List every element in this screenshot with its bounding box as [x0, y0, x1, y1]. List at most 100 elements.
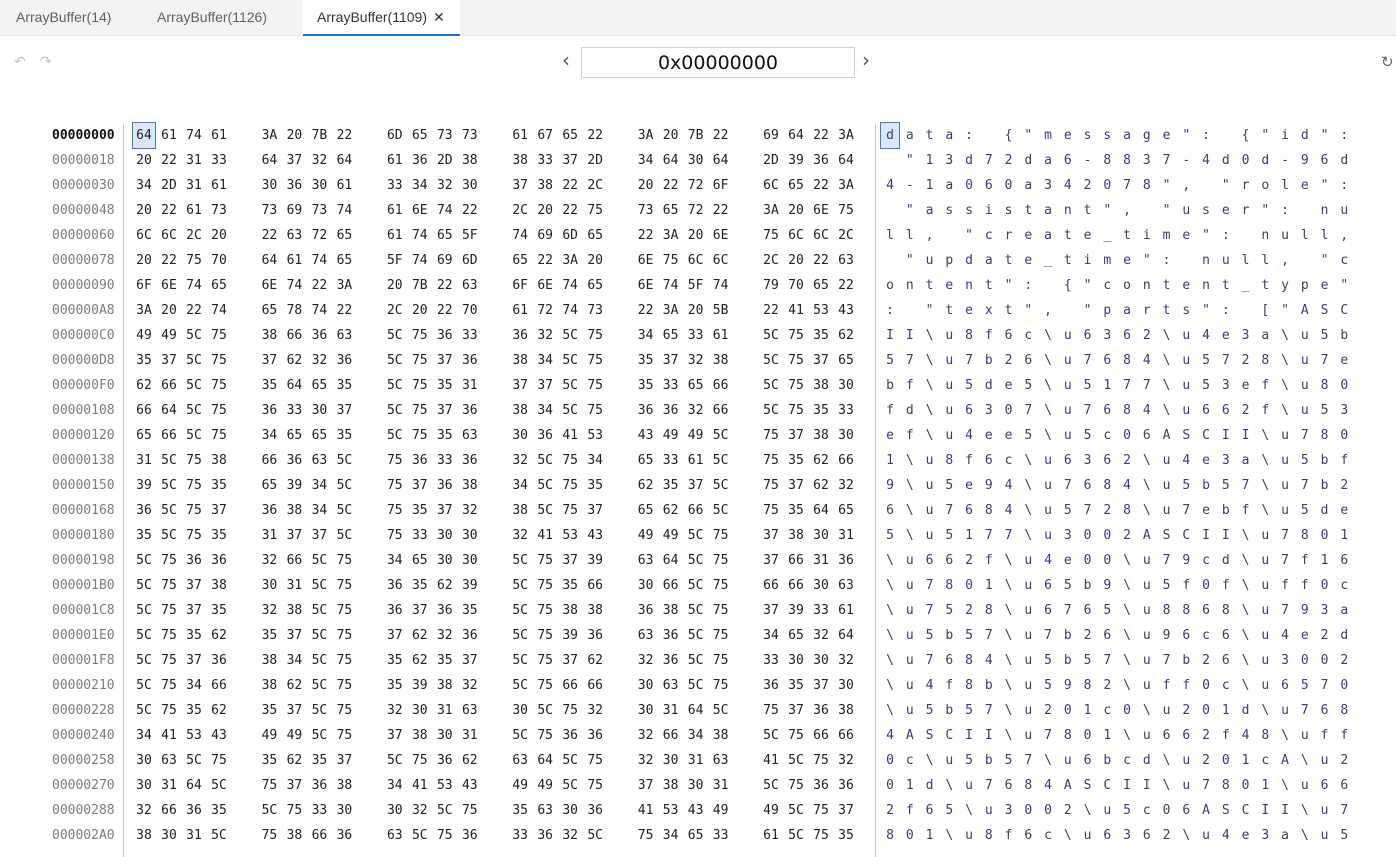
ascii-char[interactable]: 2 [1118, 523, 1136, 548]
hex-byte[interactable]: 65 [258, 473, 280, 498]
hex-byte[interactable]: 65 [685, 823, 707, 848]
hex-byte[interactable]: 5C [760, 398, 782, 423]
hex-byte[interactable]: 75 [333, 648, 355, 673]
ascii-char[interactable]: l [1316, 223, 1334, 248]
ascii-char[interactable]: 1 [881, 448, 899, 473]
hex-byte[interactable]: 75 [810, 823, 832, 848]
hex-byte[interactable]: 75 [584, 773, 606, 798]
ascii-char[interactable]: { [1059, 273, 1077, 298]
ascii-char[interactable]: 7 [1019, 748, 1037, 773]
hex-byte[interactable]: 64 [158, 398, 180, 423]
ascii-char[interactable]: 6 [1217, 398, 1235, 423]
hex-byte[interactable]: 6F [509, 273, 531, 298]
ascii-char[interactable]: \ [901, 448, 919, 473]
ascii-char[interactable]: 1 [1098, 723, 1116, 748]
ascii-char[interactable]: e [960, 298, 978, 323]
hex-byte[interactable]: 74 [710, 273, 732, 298]
hex-byte[interactable]: 6C [785, 223, 807, 248]
ascii-char[interactable]: u [1138, 573, 1156, 598]
hex-byte[interactable]: 65 [434, 223, 456, 248]
ascii-char[interactable]: \ [1237, 623, 1255, 648]
hex-byte[interactable]: 30 [785, 648, 807, 673]
ascii-char[interactable]: u [1296, 773, 1314, 798]
hex-byte[interactable]: 63 [710, 748, 732, 773]
ascii-char[interactable]: u [1059, 373, 1077, 398]
hex-byte[interactable]: 63 [635, 623, 657, 648]
ascii-char[interactable]: " [1256, 198, 1274, 223]
ascii-char[interactable]: \ [1039, 323, 1057, 348]
ascii-char[interactable]: \ [1000, 598, 1018, 623]
ascii-char[interactable]: 6 [1217, 648, 1235, 673]
hex-byte[interactable]: 65 [409, 548, 431, 573]
ascii-char[interactable]: n [960, 273, 978, 298]
hex-byte[interactable]: 63 [534, 798, 556, 823]
ascii-char[interactable]: I [1138, 773, 1156, 798]
ascii-char[interactable]: 2 [1316, 623, 1334, 648]
ascii-char[interactable]: a [1118, 298, 1136, 323]
hex-byte[interactable]: 38 [208, 448, 230, 473]
ascii-char[interactable]: d [1335, 148, 1353, 173]
hex-byte[interactable]: 75 [158, 598, 180, 623]
ascii-char[interactable]: 5 [1118, 798, 1136, 823]
hex-byte[interactable]: 61 [158, 123, 180, 148]
ascii-char[interactable]: 6 [1316, 773, 1334, 798]
hex-byte[interactable]: 75 [459, 798, 481, 823]
ascii-char[interactable]: 1 [960, 523, 978, 548]
hex-byte[interactable]: 38 [509, 498, 531, 523]
hex-byte[interactable]: 72 [685, 198, 707, 223]
ascii-char[interactable]: c [1197, 548, 1215, 573]
ascii-char[interactable]: \ [1237, 648, 1255, 673]
ascii-char[interactable]: b [1079, 573, 1097, 598]
prev-page-button[interactable]: ‹ [562, 48, 570, 72]
hex-byte[interactable]: 66 [710, 373, 732, 398]
hex-byte[interactable]: 72 [685, 173, 707, 198]
hex-byte[interactable]: 30 [258, 173, 280, 198]
ascii-char[interactable]: { [1237, 123, 1255, 148]
ascii-char[interactable]: 4 [1138, 348, 1156, 373]
hex-byte[interactable]: 75 [183, 248, 205, 273]
hex-byte[interactable]: 35 [333, 423, 355, 448]
hex-byte[interactable]: 62 [208, 623, 230, 648]
ascii-char[interactable]: u [980, 798, 998, 823]
ascii-char[interactable]: \ [1019, 473, 1037, 498]
ascii-char[interactable]: S [1217, 798, 1235, 823]
hex-byte[interactable]: 35 [133, 348, 155, 373]
hex-byte[interactable]: 74 [559, 298, 581, 323]
hex-byte[interactable]: 5C [384, 373, 406, 398]
ascii-char[interactable]: 7 [1098, 648, 1116, 673]
ascii-char[interactable]: u [1296, 723, 1314, 748]
ascii-char[interactable]: \ [1118, 623, 1136, 648]
ascii-char[interactable]: - [1177, 148, 1195, 173]
hex-byte[interactable]: 22 [710, 123, 732, 148]
hex-byte[interactable]: 5C [308, 648, 330, 673]
ascii-char[interactable]: f [901, 373, 919, 398]
hex-byte[interactable]: 5C [559, 773, 581, 798]
ascii-char[interactable]: o [1118, 273, 1136, 298]
ascii-char[interactable]: n [1197, 248, 1215, 273]
ascii-char[interactable]: _ [1039, 248, 1057, 273]
ascii-char[interactable]: 6 [881, 498, 899, 523]
hex-byte[interactable]: 30 [434, 548, 456, 573]
ascii-char[interactable]: 2 [1237, 398, 1255, 423]
hex-byte[interactable]: 53 [559, 523, 581, 548]
hex-byte[interactable]: 37 [459, 648, 481, 673]
hex-byte[interactable]: 36 [584, 798, 606, 823]
ascii-char[interactable]: 6 [1079, 473, 1097, 498]
ascii-char[interactable]: 8 [960, 673, 978, 698]
ascii-char[interactable]: u [1177, 373, 1195, 398]
hex-byte[interactable]: 30 [133, 748, 155, 773]
ascii-char[interactable]: u [1256, 648, 1274, 673]
hex-byte[interactable]: 32 [308, 348, 330, 373]
ascii-char[interactable]: 2 [1059, 798, 1077, 823]
ascii-char[interactable]: 4 [1138, 398, 1156, 423]
ascii-char[interactable]: u [940, 748, 958, 773]
ascii-char[interactable]: \ [1256, 498, 1274, 523]
hex-byte[interactable]: 75 [208, 348, 230, 373]
ascii-char[interactable]: b [940, 698, 958, 723]
hex-byte[interactable]: 73 [258, 198, 280, 223]
hex-byte[interactable]: 6C [685, 248, 707, 273]
ascii-char[interactable]: 2 [1098, 498, 1116, 523]
ascii-char[interactable]: u [1296, 348, 1314, 373]
ascii-char[interactable]: : [1335, 123, 1353, 148]
ascii-char[interactable]: 0 [901, 823, 919, 848]
